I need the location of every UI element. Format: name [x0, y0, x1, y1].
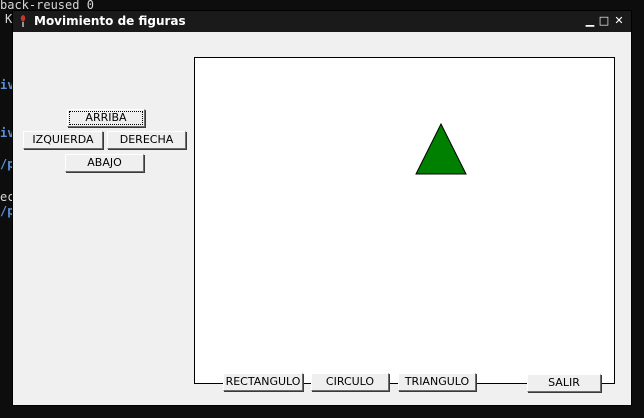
rectangle-button[interactable]: RECTANGULO: [223, 373, 303, 391]
triangle-button[interactable]: TRIANGULO: [398, 373, 476, 391]
down-button[interactable]: ABAJO: [65, 154, 144, 172]
minimize-icon[interactable]: ▁: [584, 15, 596, 27]
triangle-shape: [415, 122, 467, 175]
circle-button[interactable]: CIRCULO: [311, 373, 389, 391]
close-icon[interactable]: ✕: [613, 15, 625, 27]
drawing-canvas[interactable]: [194, 57, 615, 384]
left-button[interactable]: IZQUIERDA: [23, 131, 103, 149]
maximize-icon[interactable]: □: [598, 15, 610, 27]
up-button[interactable]: ARRIBA: [67, 109, 145, 127]
app-feather-icon: [20, 15, 26, 27]
window-title: Movimiento de figuras: [34, 14, 186, 28]
exit-button[interactable]: SALIR: [527, 374, 601, 392]
app-window: Movimiento de figuras ▁ □ ✕ ARRIBA IZQUI…: [12, 10, 632, 406]
title-bar[interactable]: Movimiento de figuras ▁ □ ✕: [13, 11, 631, 32]
canvas-surface: [415, 122, 467, 175]
right-button[interactable]: DERECHA: [107, 131, 186, 149]
